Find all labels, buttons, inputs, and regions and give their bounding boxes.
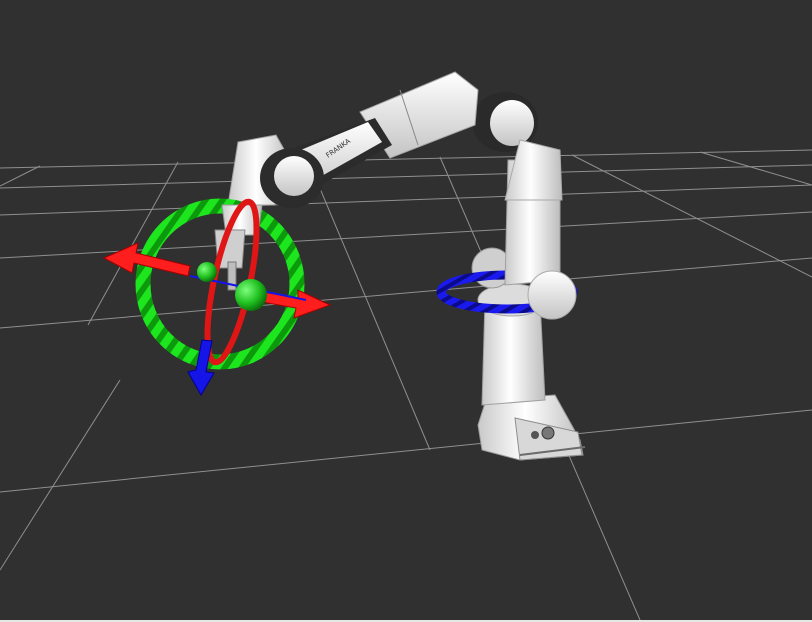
pose-marker-rotation-ring[interactable] <box>135 198 305 370</box>
scene-canvas[interactable]: FRANKA <box>0 0 812 620</box>
robot-base[interactable] <box>477 394 586 461</box>
3d-viewport[interactable]: FRANKA <box>0 0 812 620</box>
robot-elbow-joint[interactable] <box>472 92 563 201</box>
ground-grid <box>0 149 812 620</box>
